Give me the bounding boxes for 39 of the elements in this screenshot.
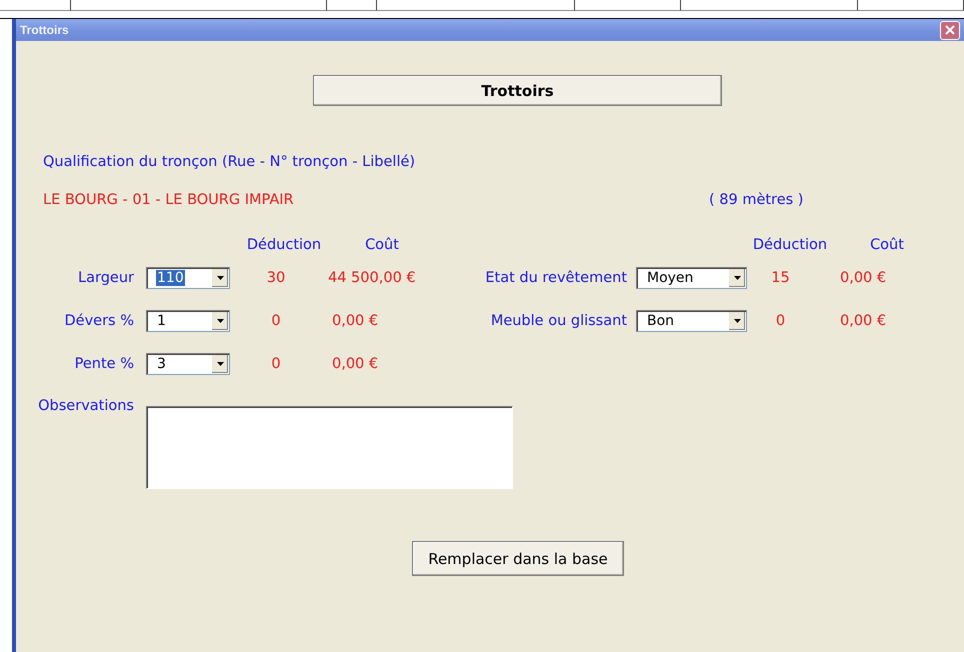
dropdown-field[interactable]: 3 xyxy=(146,353,230,375)
section-label: Qualification du tronçon (Rue - N° tronçon - Libellé) xyxy=(43,154,416,170)
close-icon xyxy=(945,25,955,35)
cost-value: 0,00 € xyxy=(332,313,378,329)
caret-icon xyxy=(216,362,224,366)
segment-name: LE BOURG - 01 - LE BOURG IMPAIR xyxy=(43,192,294,208)
caret-icon xyxy=(734,276,740,280)
column-header: Coût xyxy=(870,237,904,253)
caret-icon xyxy=(216,276,224,280)
column-header: Déduction xyxy=(246,237,322,253)
replace-button[interactable]: Remplacer dans la base xyxy=(412,541,624,576)
observations-field[interactable] xyxy=(146,406,513,489)
deduction-value: 0 xyxy=(271,313,281,329)
cost-value: 0,00 € xyxy=(840,313,886,329)
field-label: Pente % xyxy=(74,356,134,372)
caret-icon xyxy=(216,319,224,323)
deduction-value: 0 xyxy=(776,313,786,329)
field-label: Observations xyxy=(38,398,134,414)
field-label: Meuble ou glissant xyxy=(490,313,627,329)
deduction-value: 30 xyxy=(266,270,286,286)
close-button[interactable] xyxy=(940,20,960,40)
field-label: Largeur xyxy=(78,270,134,286)
deduction-value: 0 xyxy=(271,356,281,372)
dropdown-field[interactable]: Moyen xyxy=(636,267,747,289)
caret-icon xyxy=(734,319,740,323)
window-title: Trottoirs xyxy=(20,23,69,37)
cost-value: 44 500,00 € xyxy=(328,270,416,286)
length-label: ( 89 mètres ) xyxy=(709,192,804,208)
cost-value: 0,00 € xyxy=(332,356,378,372)
dropdown-field[interactable]: 110 xyxy=(146,267,230,289)
dropdown-field[interactable]: Bon xyxy=(636,310,747,332)
cost-value: 0,00 € xyxy=(840,270,886,286)
column-header: Coût xyxy=(365,237,399,253)
field-label: Dévers % xyxy=(64,313,134,329)
column-header: Déduction xyxy=(752,237,828,253)
field-label: Etat du revêtement xyxy=(485,270,627,286)
dropdown-field[interactable]: 1 xyxy=(146,310,230,332)
deduction-value: 15 xyxy=(771,270,790,286)
title-button[interactable]: Trottoirs xyxy=(313,75,722,106)
